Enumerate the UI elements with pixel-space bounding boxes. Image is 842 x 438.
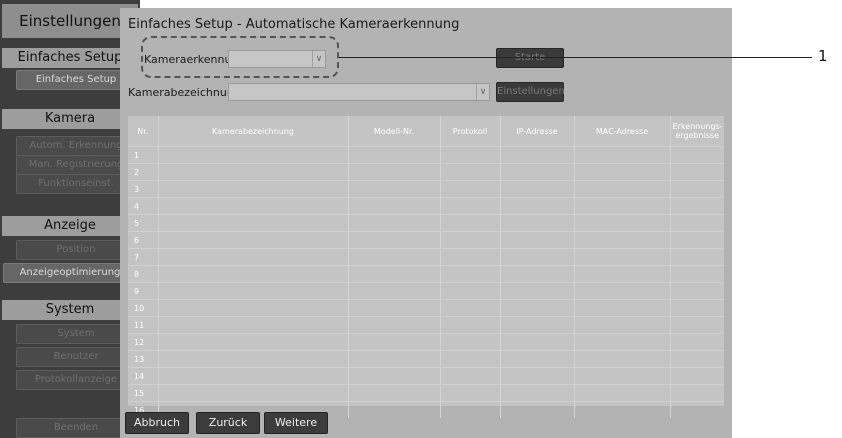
- sidebar-item-einfaches-setup[interactable]: Einfaches Setup: [16, 70, 136, 90]
- column-header-modell-nr: Modell-Nr.: [348, 116, 441, 147]
- app-screen: Einstellungen Einfaches Setup Einfaches …: [0, 0, 736, 438]
- back-button[interactable]: Zurück: [196, 412, 260, 434]
- column-header-kamerabezeichnung: Kamerabezeichnung: [158, 116, 349, 147]
- row-number: 12: [128, 333, 159, 351]
- cancel-button[interactable]: Abbruch: [125, 412, 189, 434]
- row-number: 1: [128, 146, 159, 164]
- row-number: 14: [128, 367, 159, 385]
- row-number: 9: [128, 282, 159, 300]
- row-number: 15: [128, 384, 159, 402]
- sidebar-item-protokollanzeige[interactable]: Protokollanzeige: [16, 370, 136, 390]
- table-row[interactable]: 7: [128, 248, 724, 266]
- row-number: 11: [128, 316, 159, 334]
- table-row[interactable]: 8: [128, 265, 724, 283]
- sidebar-section-setup: Einfaches Setup: [2, 48, 138, 68]
- table-row[interactable]: 11: [128, 316, 724, 334]
- row-number: 3: [128, 180, 159, 198]
- column-header-mac-adresse: MAC-Adresse: [574, 116, 671, 147]
- sidebar-item-system[interactable]: System: [16, 324, 136, 344]
- page-title: Einfaches Setup - Automatische Kameraerk…: [128, 17, 460, 32]
- sidebar-section-system: System: [2, 300, 138, 320]
- row-number: 13: [128, 350, 159, 368]
- row-number: 7: [128, 248, 159, 266]
- next-button[interactable]: Weitere: [264, 412, 328, 434]
- sidebar-section-kamera: Kamera: [2, 109, 138, 129]
- sidebar-title: Einstellungen: [2, 4, 138, 38]
- quit-button[interactable]: Beenden: [16, 418, 136, 438]
- table-row[interactable]: 12: [128, 333, 724, 351]
- table-row[interactable]: 15: [128, 384, 724, 402]
- column-header-protokoll: Protokoll: [440, 116, 501, 147]
- table-row[interactable]: 14: [128, 367, 724, 385]
- table-header-row: Nr. Kamerabezeichnung Modell-Nr. Protoko…: [128, 116, 724, 147]
- row-number: 6: [128, 231, 159, 249]
- row-number: 5: [128, 214, 159, 232]
- table-row[interactable]: 5: [128, 214, 724, 232]
- table-row[interactable]: 10: [128, 299, 724, 317]
- table-row[interactable]: 1: [128, 146, 724, 164]
- sidebar-item-position[interactable]: Position: [16, 240, 136, 260]
- sidebar-item-anzeigeoptimierung[interactable]: Anzeigeoptimierung: [3, 263, 137, 283]
- row-number: 2: [128, 163, 159, 181]
- row-number: 4: [128, 197, 159, 215]
- chevron-down-icon: ∨: [476, 84, 489, 100]
- table-row[interactable]: 9: [128, 282, 724, 300]
- sidebar: Einstellungen Einfaches Setup Einfaches …: [0, 0, 140, 438]
- row-number: 8: [128, 265, 159, 283]
- table-row[interactable]: 3: [128, 180, 724, 198]
- column-header-ip-adresse: IP-Adresse: [500, 116, 575, 147]
- camera-name-label: Kamerabezeichnung: [128, 86, 241, 99]
- row-number: 10: [128, 299, 159, 317]
- table-row[interactable]: 4: [128, 197, 724, 215]
- camera-table: Nr. Kamerabezeichnung Modell-Nr. Protoko…: [128, 116, 724, 418]
- sidebar-item-autom-erkennung[interactable]: Autom. Erkennung: [16, 136, 136, 156]
- sidebar-item-funktionseinst[interactable]: Funktionseinst.: [16, 174, 136, 194]
- callout-number: 1: [818, 47, 828, 65]
- column-header-nr: Nr.: [128, 116, 159, 147]
- table-row[interactable]: 2: [128, 163, 724, 181]
- table-row[interactable]: 13: [128, 350, 724, 368]
- sidebar-section-anzeige: Anzeige: [2, 216, 138, 236]
- sidebar-item-benutzer[interactable]: Benutzer: [16, 347, 136, 367]
- settings-button[interactable]: Einstellungen: [496, 82, 565, 102]
- column-header-erkennungsergebnisse: Erkennungs-ergebnisse: [672, 122, 723, 140]
- table-row[interactable]: 6: [128, 231, 724, 249]
- callout-highlight-frame: [141, 36, 339, 78]
- camera-name-select[interactable]: ∨: [228, 83, 490, 101]
- sidebar-item-man-registrierung[interactable]: Man. Registrierung: [16, 155, 136, 175]
- start-button[interactable]: Starte: [496, 48, 564, 68]
- callout-line: [339, 57, 812, 58]
